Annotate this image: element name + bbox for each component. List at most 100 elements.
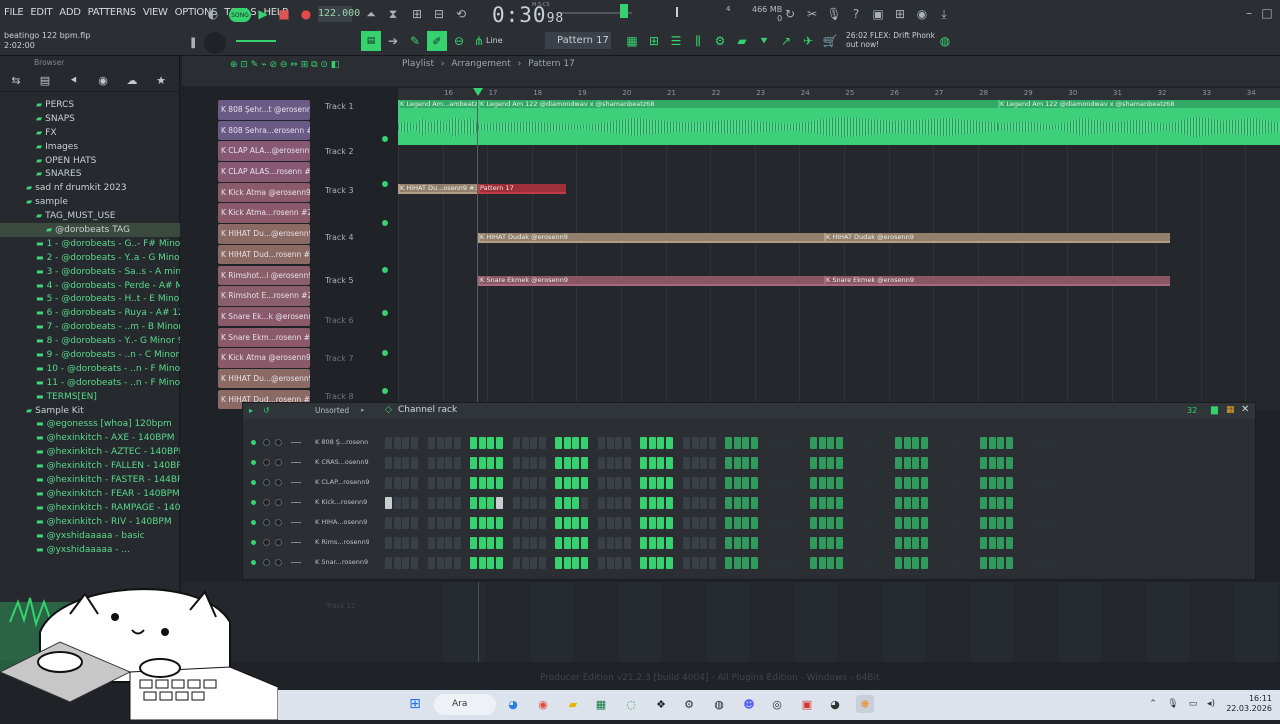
step-button[interactable] — [478, 517, 486, 529]
step-button[interactable] — [997, 437, 1005, 449]
channel-mute-led[interactable] — [251, 500, 256, 505]
step-button[interactable] — [895, 497, 902, 509]
save-icon[interactable]: ▣ — [869, 5, 887, 23]
playlist-channel-button[interactable]: K 808 Şehr...t @erosenn — [218, 100, 310, 120]
rack-filter[interactable]: Unsorted — [315, 406, 349, 415]
playlist-channel-button[interactable]: K HIHAT Du...@erosenn9 — [218, 368, 310, 389]
breadcrumb-pattern[interactable]: Pattern 17 — [528, 59, 575, 69]
step-button[interactable] — [445, 497, 453, 509]
mixer-icon[interactable]: ▦ — [623, 32, 641, 50]
step-button[interactable] — [691, 457, 699, 469]
step-button[interactable] — [776, 457, 784, 469]
step-button[interactable] — [657, 517, 665, 529]
step-button[interactable] — [733, 497, 741, 509]
step-button[interactable] — [623, 497, 631, 509]
step-button[interactable] — [912, 457, 920, 469]
step-button[interactable] — [725, 537, 732, 549]
plugin-icon[interactable]: ⊞ — [891, 5, 909, 23]
arrow-icon[interactable]: ➔ — [384, 32, 402, 50]
step-button[interactable] — [853, 477, 860, 489]
song-mode-toggle[interactable]: SONG — [229, 8, 251, 22]
browser-file[interactable]: ▬2 - @dorobeats - Y..a - G Minor 91 BPM — [0, 251, 180, 265]
step-button[interactable] — [1005, 557, 1013, 569]
step-button[interactable] — [903, 537, 911, 549]
tray-mic-icon[interactable]: 🎙 — [1164, 695, 1182, 713]
audio-clip[interactable]: K Legend Am 122 @diamondwav x @shamanbea… — [478, 100, 998, 145]
browser-file[interactable]: ▬6 - @dorobeats - Ruya - A# 120 BPM — [0, 306, 180, 320]
step-button[interactable] — [615, 517, 623, 529]
minimize-icon[interactable]: – — [1240, 4, 1258, 22]
wait-input-icon[interactable]: ⧗ — [384, 5, 402, 23]
discord-icon[interactable]: ☻ — [740, 695, 758, 713]
step-button[interactable] — [495, 537, 503, 549]
step-button[interactable] — [920, 437, 928, 449]
browser-star-icon[interactable]: ★ — [151, 74, 171, 87]
step-button[interactable] — [853, 537, 860, 549]
channel-name-button[interactable]: K Kick...rosenn9 — [315, 496, 369, 509]
step-button[interactable] — [810, 517, 817, 529]
playlist-channel-button[interactable]: K Kick Atma...rosenn #2 — [218, 203, 310, 223]
step-button[interactable] — [640, 537, 647, 549]
step-button[interactable] — [750, 517, 758, 529]
step-button[interactable] — [938, 557, 945, 569]
step-button[interactable] — [623, 557, 631, 569]
close-icon[interactable]: ✕ — [1241, 404, 1249, 415]
step-button[interactable] — [903, 477, 911, 489]
playlist-channel-button[interactable]: K Kick Atma @erosenn9 — [218, 182, 310, 203]
channel-rack-icon[interactable]: ⊞ — [645, 32, 663, 50]
step-button[interactable] — [640, 517, 647, 529]
step-button[interactable] — [478, 437, 486, 449]
step-button[interactable] — [538, 537, 546, 549]
playlist-channel-button[interactable]: K CLAP ALAS...rosenn #2 — [218, 162, 310, 182]
step-button[interactable] — [870, 457, 878, 469]
paint-icon[interactable]: ✐ — [427, 31, 447, 51]
step-button[interactable] — [563, 537, 571, 549]
step-button[interactable] — [878, 497, 886, 509]
step-button[interactable] — [598, 477, 605, 489]
pattern-picker-icon[interactable]: ✈ — [799, 32, 817, 50]
step-button[interactable] — [1023, 477, 1030, 489]
channel-mute-led[interactable] — [251, 460, 256, 465]
step-button[interactable] — [538, 517, 546, 529]
step-button[interactable] — [683, 477, 690, 489]
step-button[interactable] — [538, 557, 546, 569]
step-button[interactable] — [623, 517, 631, 529]
mixer-track-selector[interactable] — [291, 482, 301, 483]
step-button[interactable] — [470, 517, 477, 529]
playlist-grid[interactable]: K Legend Am...ambeatz68 K Legend Am 122 @… — [398, 100, 1280, 410]
step-button[interactable] — [1023, 557, 1030, 569]
graph-editor-icon[interactable]: ▆ — [1211, 405, 1218, 415]
browser-folder[interactable]: ▰ Images — [0, 140, 180, 154]
step-button[interactable] — [920, 537, 928, 549]
step-button[interactable] — [997, 517, 1005, 529]
step-button[interactable] — [988, 537, 996, 549]
step-button[interactable] — [963, 477, 971, 489]
step-button[interactable] — [818, 437, 826, 449]
step-button[interactable] — [853, 557, 860, 569]
track-header[interactable]: Track 2 — [325, 147, 354, 156]
step-button[interactable] — [768, 457, 775, 469]
step-button[interactable] — [988, 457, 996, 469]
step-button[interactable] — [708, 477, 716, 489]
step-button[interactable] — [988, 557, 996, 569]
step-button[interactable] — [665, 557, 673, 569]
step-button[interactable] — [997, 497, 1005, 509]
step-button[interactable] — [955, 537, 963, 549]
step-button[interactable] — [733, 537, 741, 549]
download-icon[interactable]: ⤓ — [935, 5, 953, 23]
step-button[interactable] — [776, 477, 784, 489]
channel-name-button[interactable]: K CRAS...osenn9 — [315, 456, 369, 469]
step-button[interactable] — [878, 557, 886, 569]
step-button[interactable] — [691, 537, 699, 549]
step-button[interactable] — [785, 477, 793, 489]
step-button[interactable] — [1040, 517, 1048, 529]
step-button[interactable] — [912, 497, 920, 509]
step-button[interactable] — [402, 557, 410, 569]
step-button[interactable] — [410, 437, 418, 449]
browser-file[interactable]: ▬ @hexinkitch - FASTER - 144BPM — [0, 473, 180, 487]
step-button[interactable] — [997, 457, 1005, 469]
step-button[interactable] — [870, 497, 878, 509]
step-button[interactable] — [793, 457, 801, 469]
step-button[interactable] — [428, 497, 435, 509]
step-button[interactable] — [665, 517, 673, 529]
